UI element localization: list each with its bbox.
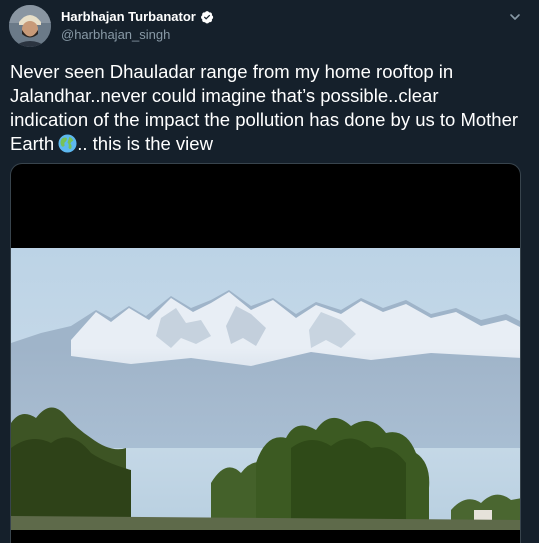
globe-earth-icon <box>58 134 77 153</box>
tweet-card: Harbhajan Turbanator @harbhajan_singh Ne… <box>0 0 539 543</box>
chevron-down-icon[interactable] <box>508 10 522 24</box>
tweet-text-tail: .. this is the view <box>77 133 213 154</box>
tweet-text: Never seen Dhauladar range from my home … <box>10 60 520 156</box>
avatar[interactable] <box>9 5 51 47</box>
author-name-row: Harbhajan Turbanator <box>61 9 214 25</box>
display-name[interactable]: Harbhajan Turbanator <box>61 9 196 25</box>
verified-badge-icon <box>200 10 214 24</box>
author-handle[interactable]: @harbhajan_singh <box>61 27 170 43</box>
mountain-photo[interactable] <box>11 248 520 530</box>
tweet-media[interactable] <box>10 163 521 543</box>
